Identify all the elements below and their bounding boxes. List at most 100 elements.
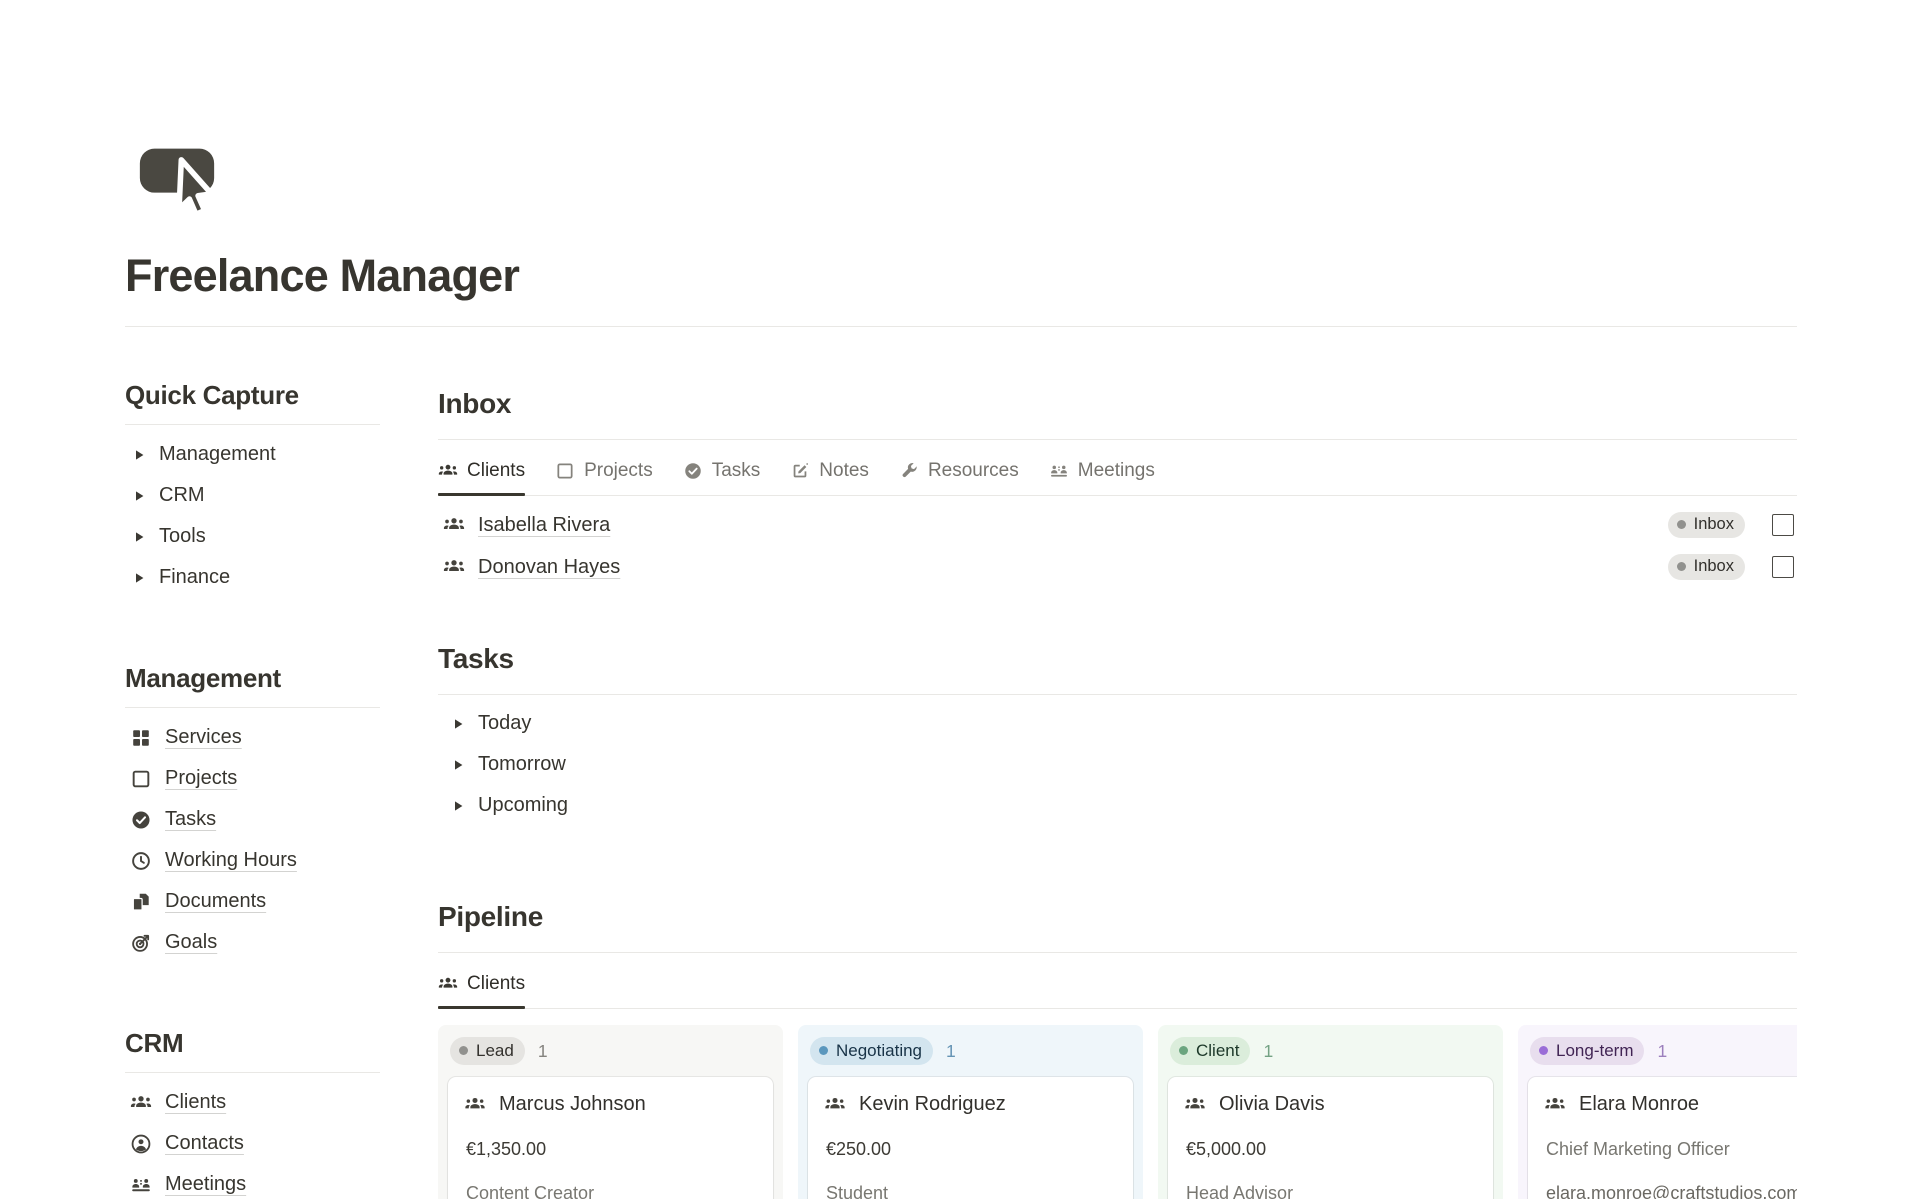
grid-icon [130,727,152,749]
wrench-icon [899,461,919,481]
client-card[interactable]: Marcus Johnson €1,350.00 Content Creator [448,1077,773,1199]
inbox-heading: Inbox [438,389,1797,440]
toggle-tools[interactable]: Tools [125,516,380,557]
status-dot [1539,1046,1548,1055]
card-name: Kevin Rodriguez [859,1093,1006,1116]
people-icon [438,974,458,994]
status-label: Negotiating [836,1040,922,1061]
sidebar-item-label: Meetings [165,1173,246,1196]
board-column-long-term: Long-term 1 Elara Monroe Chief Marketing… [1518,1025,1797,1199]
check-circle-icon [683,461,703,481]
card-name: Olivia Davis [1219,1093,1325,1116]
client-card[interactable]: Kevin Rodriguez €250.00 Student [808,1077,1133,1199]
toggle-label: Upcoming [478,794,568,817]
card-amount: €5,000.00 [1184,1139,1477,1160]
people-icon [443,514,465,536]
toggle-arrow-icon [133,449,145,461]
card-amount: €1,350.00 [464,1139,757,1160]
group-status-badge[interactable]: Long-term [1530,1037,1644,1065]
toggle-tomorrow[interactable]: Tomorrow [438,744,1797,785]
card-amount: €250.00 [824,1139,1117,1160]
toggle-arrow-icon [133,531,145,543]
tab-tasks[interactable]: Tasks [683,460,761,495]
inbox-tabbar: Clients Projects Tasks Notes Resources [438,460,1797,496]
tab-label: Resources [928,460,1019,482]
card-email-link[interactable]: elara.monroe@craftstudios.com [1544,1183,1797,1199]
people-icon [438,461,458,481]
toggle-label: CRM [159,484,205,507]
toggle-arrow-icon [452,759,464,771]
toggle-arrow-icon [452,800,464,812]
toggle-label: Management [159,443,276,466]
status-badge[interactable]: Inbox [1668,554,1745,580]
tab-projects[interactable]: Projects [555,460,653,495]
page-title: Freelance Manager [125,250,1797,302]
people-icon [130,1092,152,1114]
tab-meetings[interactable]: Meetings [1049,460,1155,495]
sidebar-item-meetings[interactable]: Meetings [125,1164,380,1199]
group-status-badge[interactable]: Negotiating [810,1037,933,1065]
status-dot [1677,562,1686,571]
client-page-link[interactable]: Isabella Rivera [478,514,610,537]
card-role: Chief Marketing Officer [1544,1139,1797,1160]
card-role: Student [824,1183,1117,1199]
sidebar-heading-crm: CRM [125,1027,380,1073]
group-count: 1 [538,1041,548,1062]
card-role: Content Creator [464,1183,757,1199]
toggle-management[interactable]: Management [125,434,380,475]
toggle-arrow-icon [452,718,464,730]
sidebar-item-label: Services [165,726,242,749]
row-checkbox[interactable] [1772,514,1794,536]
pipeline-heading: Pipeline [438,902,1797,953]
card-name: Elara Monroe [1579,1093,1699,1116]
toggle-finance[interactable]: Finance [125,557,380,598]
status-dot [1677,520,1686,529]
tab-resources[interactable]: Resources [899,460,1019,495]
tab-clients[interactable]: Clients [438,460,525,495]
documents-icon [130,891,152,913]
toggle-arrow-icon [133,572,145,584]
client-page-link[interactable]: Donovan Hayes [478,556,620,579]
sidebar-item-documents[interactable]: Documents [125,881,380,922]
tasks-heading: Tasks [438,644,1797,695]
tab-label: Tasks [712,460,761,482]
sidebar-item-label: Documents [165,890,266,913]
client-card[interactable]: Elara Monroe Chief Marketing Officer ela… [1528,1077,1797,1199]
sidebar: Quick Capture Management CRM Tools Finan… [125,327,380,1199]
sidebar-heading-management: Management [125,662,380,708]
square-icon [555,461,575,481]
status-badge[interactable]: Inbox [1668,512,1745,538]
card-role: Head Advisor [1184,1183,1477,1199]
people-icon [1544,1094,1566,1115]
tab-notes[interactable]: Notes [790,460,869,495]
board-column-client: Client 1 Olivia Davis €5,000.00 Head Adv… [1158,1025,1503,1199]
status-label: Client [1196,1040,1239,1061]
status-dot [1179,1046,1188,1055]
tab-pipeline-clients[interactable]: Clients [438,973,525,1008]
board-column-negotiating: Negotiating 1 Kevin Rodriguez €250.00 St… [798,1025,1143,1199]
sidebar-item-clients[interactable]: Clients [125,1082,380,1123]
sidebar-item-goals[interactable]: Goals [125,922,380,963]
sidebar-item-contacts[interactable]: Contacts [125,1123,380,1164]
toggle-arrow-icon [133,490,145,502]
people-icon [443,556,465,578]
target-icon [130,932,152,954]
person-circle-icon [130,1133,152,1155]
sidebar-item-working-hours[interactable]: Working Hours [125,840,380,881]
status-label: Inbox [1694,514,1734,535]
sidebar-item-tasks[interactable]: Tasks [125,799,380,840]
group-status-badge[interactable]: Lead [450,1037,525,1065]
cursor-click-logo-icon[interactable] [135,140,219,216]
client-card[interactable]: Olivia Davis €5,000.00 Head Advisor [1168,1077,1493,1199]
pipeline-board: Lead 1 Marcus Johnson €1,350.00 Content … [438,1025,1797,1199]
check-circle-icon [130,809,152,831]
row-checkbox[interactable] [1772,556,1794,578]
sidebar-item-projects[interactable]: Projects [125,758,380,799]
toggle-today[interactable]: Today [438,703,1797,744]
toggle-crm[interactable]: CRM [125,475,380,516]
toggle-upcoming[interactable]: Upcoming [438,785,1797,826]
sidebar-item-label: Clients [165,1091,226,1114]
group-status-badge[interactable]: Client [1170,1037,1250,1065]
freelance-manager-page: Freelance Manager Quick Capture Manageme… [0,0,1920,1199]
sidebar-item-services[interactable]: Services [125,717,380,758]
